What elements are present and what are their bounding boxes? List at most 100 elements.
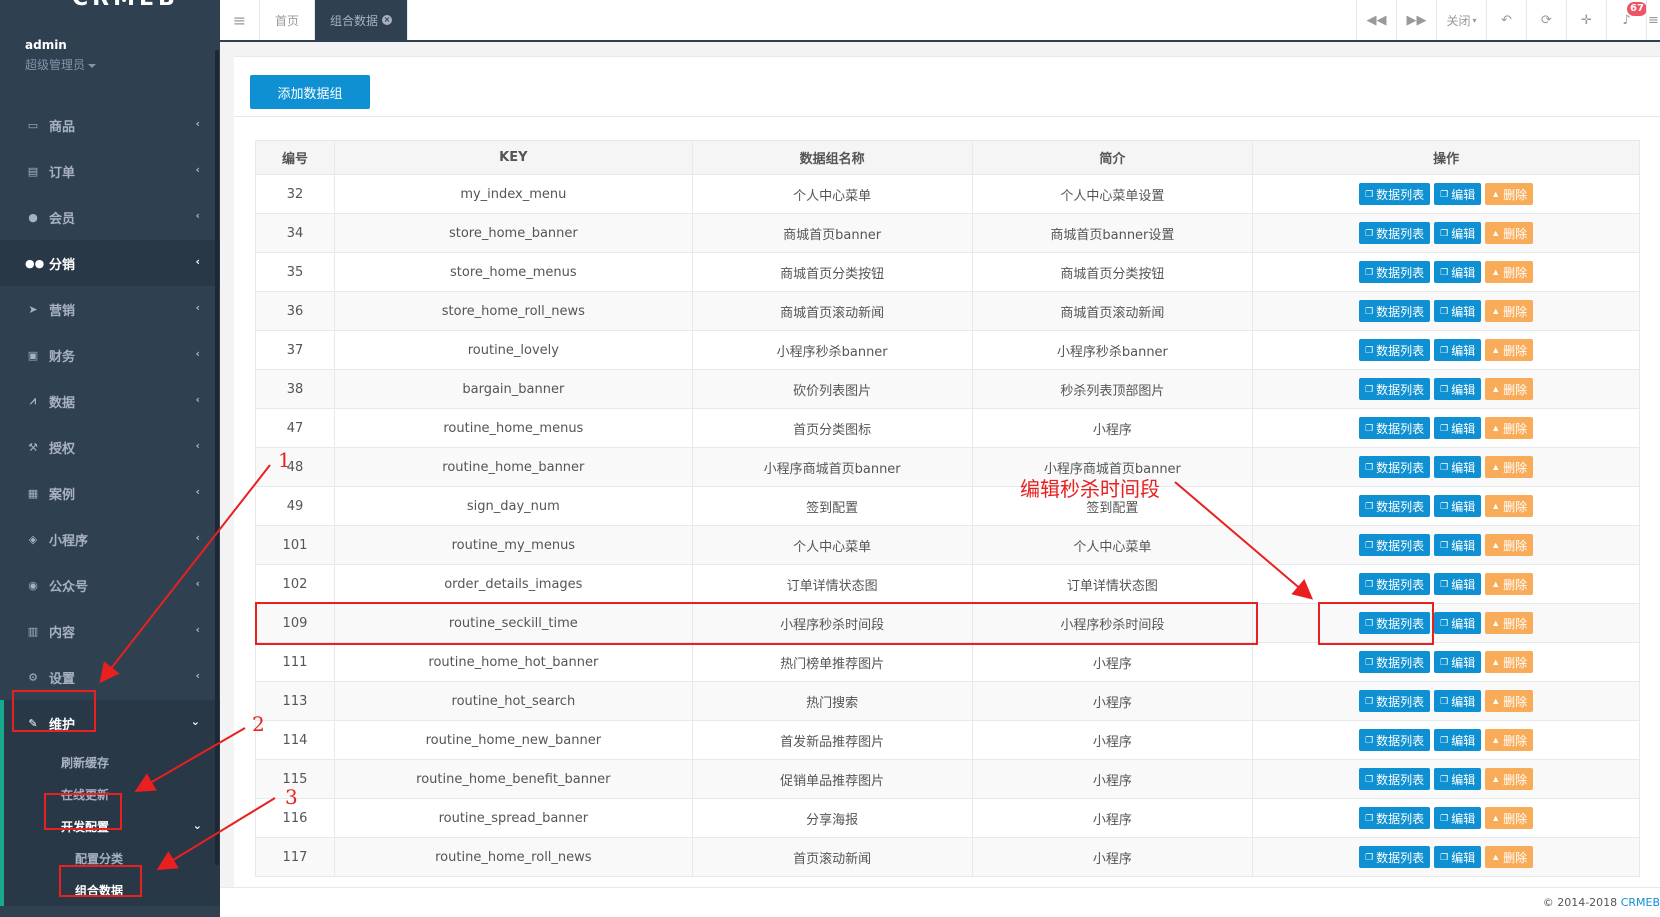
delete-button[interactable]: ▲ 删除 — [1485, 261, 1534, 283]
edit-button[interactable]: ❐ 编辑 — [1434, 612, 1482, 634]
table-row: 49 sign_day_num 签到配置 签到配置 ❐ 数据列表 ❐ 编辑 ▲ 删除 — [255, 486, 1640, 526]
edit-button[interactable]: ❐ 编辑 — [1434, 417, 1482, 439]
cell-actions: ❐ 数据列表 ❐ 编辑 ▲ 删除 — [1252, 174, 1640, 214]
sidebar-item-data[interactable]: ⩘ 数据 ‹ — [0, 378, 220, 424]
sidebar-item-wechat[interactable]: ◉ 公众号 ‹ — [0, 562, 220, 608]
data-list-button[interactable]: ❐ 数据列表 — [1359, 651, 1431, 673]
delete-button[interactable]: ▲ 删除 — [1485, 846, 1534, 868]
sidebar-item-finance[interactable]: ▣ 财务 ‹ — [0, 332, 220, 378]
delete-button[interactable]: ▲ 删除 — [1485, 183, 1534, 205]
delete-button[interactable]: ▲ 删除 — [1485, 534, 1534, 556]
cell-actions: ❐ 数据列表 ❐ 编辑 ▲ 删除 — [1252, 330, 1640, 370]
edit-button[interactable]: ❐ 编辑 — [1434, 729, 1482, 751]
edit-button[interactable]: ❐ 编辑 — [1434, 456, 1482, 478]
sidebar-item-distribution[interactable]: ●● 分销 ‹ — [0, 240, 220, 286]
sidebar-item-maintenance[interactable]: ✎ 维护 ⌄ — [0, 700, 220, 746]
submenu-config-category[interactable]: 配置分类 — [4, 842, 220, 874]
edit-button[interactable]: ❐ 编辑 — [1434, 768, 1482, 790]
data-list-button[interactable]: ❐ 数据列表 — [1359, 300, 1431, 322]
tab-home[interactable]: 首页 — [260, 0, 316, 40]
edit-button[interactable]: ❐ 编辑 — [1434, 495, 1482, 517]
submenu-refresh-cache[interactable]: 刷新缓存 — [4, 746, 220, 778]
tab-combined-data[interactable]: 组合数据 × — [315, 0, 409, 40]
edit-button[interactable]: ❐ 编辑 — [1434, 573, 1482, 595]
copy-icon: ❐ — [1365, 539, 1374, 550]
refresh-icon[interactable]: ⟳ — [1526, 0, 1566, 40]
edit-button[interactable]: ❐ 编辑 — [1434, 807, 1482, 829]
move-icon[interactable]: ✛ — [1566, 0, 1606, 40]
sidebar-item-orders[interactable]: ▤ 订单 ‹ — [0, 148, 220, 194]
data-list-button[interactable]: ❐ 数据列表 — [1359, 495, 1431, 517]
data-list-button[interactable]: ❐ 数据列表 — [1359, 378, 1431, 400]
add-data-group-button[interactable]: 添加数据组 — [250, 75, 370, 109]
sidebar-scrollbar[interactable] — [215, 50, 219, 865]
sidebar-item-members[interactable]: ● 会员 ‹ — [0, 194, 220, 240]
data-list-button[interactable]: ❐ 数据列表 — [1359, 261, 1431, 283]
chevron-left-icon: ‹ — [195, 347, 200, 360]
data-list-button[interactable]: ❐ 数据列表 — [1359, 417, 1431, 439]
data-list-button[interactable]: ❐ 数据列表 — [1359, 807, 1431, 829]
edit-button[interactable]: ❐ 编辑 — [1434, 534, 1482, 556]
data-list-button[interactable]: ❐ 数据列表 — [1359, 573, 1431, 595]
data-list-button[interactable]: ❐ 数据列表 — [1359, 612, 1431, 634]
sidebar-item-settings[interactable]: ⚙ 设置 ‹ — [0, 654, 220, 700]
data-list-button[interactable]: ❐ 数据列表 — [1359, 846, 1431, 868]
edit-button[interactable]: ❐ 编辑 — [1434, 183, 1482, 205]
sidebar-item-content[interactable]: ▥ 内容 ‹ — [0, 608, 220, 654]
edit-button[interactable]: ❐ 编辑 — [1434, 378, 1482, 400]
delete-button[interactable]: ▲ 删除 — [1485, 222, 1534, 244]
edit-button[interactable]: ❐ 编辑 — [1434, 222, 1482, 244]
more-icon[interactable]: ≡ — [1646, 0, 1660, 40]
submenu-dev-config[interactable]: 开发配置 ⌄ — [4, 810, 220, 842]
copy-icon: ❐ — [1440, 266, 1449, 277]
edit-button[interactable]: ❐ 编辑 — [1434, 261, 1482, 283]
user-role-dropdown[interactable]: 超级管理员 — [25, 56, 220, 73]
delete-button[interactable]: ▲ 删除 — [1485, 495, 1534, 517]
close-tabs-dropdown[interactable]: 关闭 ▾ — [1436, 0, 1486, 40]
cell-actions: ❐ 数据列表 ❐ 编辑 ▲ 删除 — [1252, 759, 1640, 799]
data-list-button[interactable]: ❐ 数据列表 — [1359, 222, 1431, 244]
delete-button[interactable]: ▲ 删除 — [1485, 339, 1534, 361]
undo-icon[interactable]: ↶ — [1486, 0, 1526, 40]
delete-button[interactable]: ▲ 删除 — [1485, 417, 1534, 439]
edit-button[interactable]: ❐ 编辑 — [1434, 846, 1482, 868]
data-list-button[interactable]: ❐ 数据列表 — [1359, 768, 1431, 790]
sidebar-item-auth[interactable]: ⚒ 授权 ‹ — [0, 424, 220, 470]
maintenance-submenu: 刷新缓存 在线更新 开发配置 ⌄ 配置分类 组合数据 — [0, 746, 220, 906]
tab-next-icon[interactable]: ▶▶ — [1396, 0, 1436, 40]
delete-button[interactable]: ▲ 删除 — [1485, 300, 1534, 322]
delete-button[interactable]: ▲ 删除 — [1485, 768, 1534, 790]
delete-button[interactable]: ▲ 删除 — [1485, 729, 1534, 751]
delete-button[interactable]: ▲ 删除 — [1485, 573, 1534, 595]
menu-toggle-icon[interactable]: ≡ — [220, 0, 260, 40]
close-icon[interactable]: × — [382, 15, 393, 25]
edit-button[interactable]: ❐ 编辑 — [1434, 300, 1482, 322]
sidebar-item-marketing[interactable]: ➤ 营销 ‹ — [0, 286, 220, 332]
tab-prev-icon[interactable]: ◀◀ — [1356, 0, 1396, 40]
cell-info: 小程序秒杀banner — [971, 330, 1254, 370]
data-list-button[interactable]: ❐ 数据列表 — [1359, 729, 1431, 751]
bell-icon[interactable]: ♪ 67 — [1606, 0, 1647, 40]
edit-button[interactable]: ❐ 编辑 — [1434, 339, 1482, 361]
data-list-button[interactable]: ❐ 数据列表 — [1359, 534, 1431, 556]
sidebar-item-cases[interactable]: ▦ 案例 ‹ — [0, 470, 220, 516]
data-list-button[interactable]: ❐ 数据列表 — [1359, 456, 1431, 478]
user-profile[interactable]: admin 超级管理员 — [0, 12, 220, 102]
delete-button[interactable]: ▲ 删除 — [1485, 651, 1534, 673]
footer-brand-link[interactable]: CRMEB — [1621, 896, 1660, 909]
delete-button[interactable]: ▲ 删除 — [1485, 456, 1534, 478]
edit-button[interactable]: ❐ 编辑 — [1434, 690, 1482, 712]
data-list-button[interactable]: ❐ 数据列表 — [1359, 183, 1431, 205]
data-list-button[interactable]: ❐ 数据列表 — [1359, 690, 1431, 712]
delete-button[interactable]: ▲ 删除 — [1485, 690, 1534, 712]
edit-button[interactable]: ❐ 编辑 — [1434, 651, 1482, 673]
submenu-combined-data[interactable]: 组合数据 — [4, 874, 220, 906]
submenu-online-update[interactable]: 在线更新 — [4, 778, 220, 810]
cell-actions: ❐ 数据列表 ❐ 编辑 ▲ 删除 — [1252, 681, 1640, 721]
sidebar-item-miniprogram[interactable]: ◈ 小程序 ‹ — [0, 516, 220, 562]
data-list-button[interactable]: ❐ 数据列表 — [1359, 339, 1431, 361]
sidebar-item-products[interactable]: ▭ 商品 ‹ — [0, 102, 220, 148]
delete-button[interactable]: ▲ 删除 — [1485, 807, 1534, 829]
delete-button[interactable]: ▲ 删除 — [1485, 378, 1534, 400]
delete-button[interactable]: ▲ 删除 — [1485, 612, 1534, 634]
